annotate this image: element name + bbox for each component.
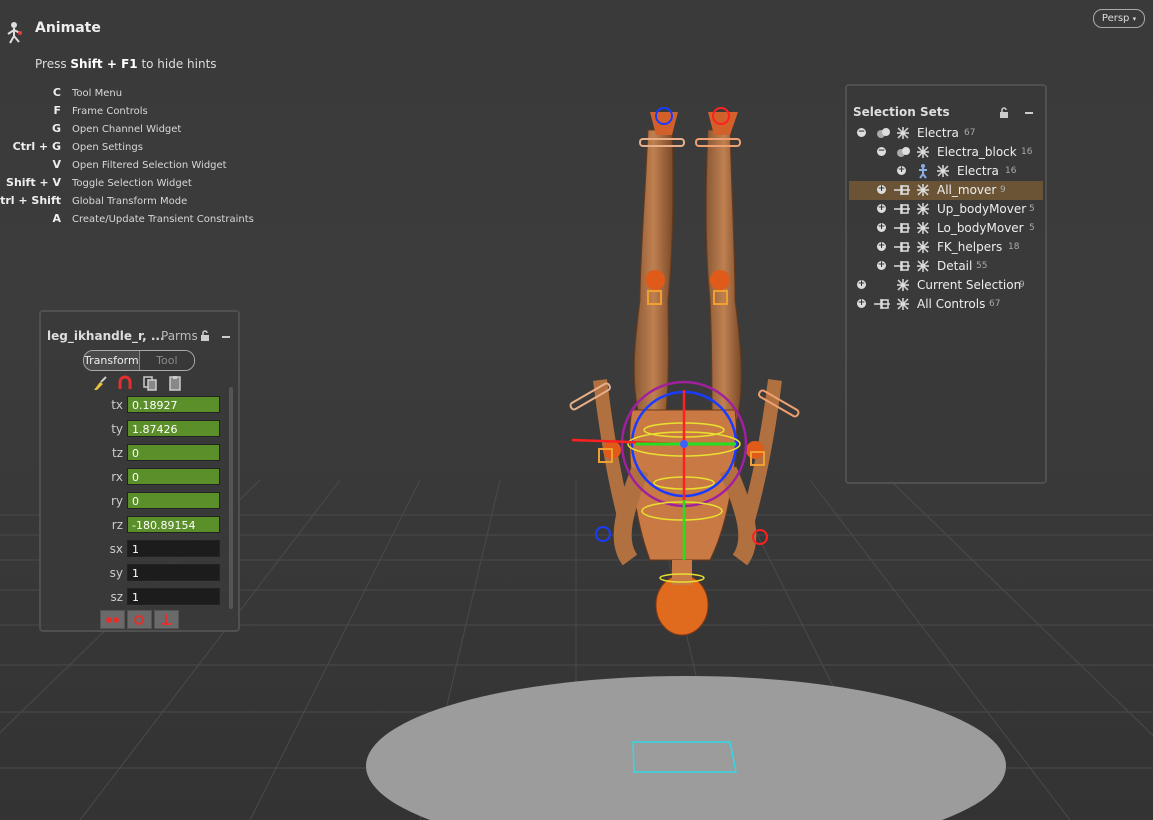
- rig-controls[interactable]: [569, 107, 800, 583]
- selection-set-all-mover[interactable]: + All_mover 9: [849, 181, 1043, 200]
- collapse-icon[interactable]: [222, 336, 230, 338]
- expand-toggle-icon[interactable]: +: [877, 185, 886, 194]
- param-field-tz[interactable]: 0: [127, 444, 220, 461]
- selection-star-icon: [917, 222, 929, 234]
- paste-icon[interactable]: [166, 375, 184, 391]
- tab-transform[interactable]: Transform: [84, 351, 139, 370]
- chevron-down-icon: ▾: [1132, 15, 1137, 23]
- magnet-icon[interactable]: [116, 375, 134, 391]
- controls-icon: [894, 204, 910, 214]
- param-field-sy[interactable]: 1: [127, 564, 220, 581]
- character-electra[interactable]: [593, 112, 782, 636]
- param-row-ty: ty 1.87426: [41, 420, 231, 440]
- spheres-icon: [897, 147, 910, 157]
- controls-icon: [894, 223, 910, 233]
- selection-star-icon: [937, 165, 949, 177]
- brush-icon[interactable]: [91, 375, 109, 391]
- param-field-sz[interactable]: 1: [127, 588, 220, 605]
- controls-icon: [894, 261, 910, 271]
- param-field-tx[interactable]: 0.18927: [127, 396, 220, 413]
- spheres-icon: [877, 128, 890, 138]
- hotkey-row: Shift + V Toggle Selection Widget: [6, 176, 192, 189]
- camera-menu-button[interactable]: Persp ▾: [1093, 9, 1145, 28]
- expand-toggle-icon[interactable]: +: [897, 166, 906, 175]
- hotkey-row: G Open Channel Widget: [51, 122, 182, 135]
- param-row-rz: rz -180.89154: [41, 516, 231, 536]
- ground-disk: [366, 676, 1006, 820]
- hotkey-row: C Tool Menu: [52, 86, 123, 99]
- scale-key-icon: [161, 614, 171, 625]
- hud-hint: Press Shift + F1 to hide hints: [35, 57, 217, 71]
- selection-set-all-controls[interactable]: + All Controls 67: [849, 295, 1043, 314]
- param-field-rx[interactable]: 0: [127, 468, 220, 485]
- selection-star-icon: [897, 298, 909, 310]
- hud-title: Animate: [35, 20, 101, 36]
- lock-icon[interactable]: [200, 330, 210, 341]
- expand-toggle-icon[interactable]: +: [877, 223, 886, 232]
- selection-star-icon: [897, 127, 909, 139]
- selection-set-lo-bodymover[interactable]: + Lo_bodyMover 5: [849, 219, 1043, 238]
- selection-star-icon: [917, 146, 929, 158]
- lock-icon[interactable]: [999, 107, 1009, 118]
- selection-star-icon: [917, 260, 929, 272]
- animate-tool-icon: [7, 22, 22, 44]
- selection-star-icon: [917, 184, 929, 196]
- tab-tool[interactable]: Tool: [138, 351, 194, 370]
- selection-set-electra[interactable]: − Electra 67: [849, 124, 1043, 143]
- parameter-panel[interactable]: leg_ikhandle_r, ... Parms Transform Tool…: [39, 310, 240, 632]
- hotkey-row: V Open Filtered Selection Widget: [52, 158, 227, 171]
- param-row-tz: tz 0: [41, 444, 231, 464]
- controls-icon: [894, 185, 910, 195]
- hotkey-row: Ctrl + ShiftGlobal Transform Mode: [0, 194, 188, 207]
- selection-set-up-bodymover[interactable]: + Up_bodyMover 5: [849, 200, 1043, 219]
- selection-set-electra-child[interactable]: + Electra 16: [849, 162, 1043, 181]
- selection-set-electra-block[interactable]: − Electra_block 16: [849, 143, 1043, 162]
- param-row-ry: ry 0: [41, 492, 231, 512]
- collapse-toggle-icon[interactable]: −: [877, 147, 886, 156]
- param-row-rx: rx 0: [41, 468, 231, 488]
- selection-set-detail[interactable]: + Detail 55: [849, 257, 1043, 276]
- expand-toggle-icon[interactable]: +: [877, 204, 886, 213]
- param-row-sy: sy 1: [41, 564, 231, 584]
- key-translate-button[interactable]: [100, 610, 125, 629]
- parm-mode-label[interactable]: Parms: [161, 329, 198, 343]
- parm-tabs: Transform Tool: [83, 350, 195, 371]
- controls-icon: [894, 242, 910, 252]
- collapse-toggle-icon[interactable]: −: [857, 128, 866, 137]
- hotkey-row: Ctrl + G Open Settings: [12, 140, 143, 153]
- rotate-key-icon: [134, 615, 144, 625]
- selection-star-icon: [917, 241, 929, 253]
- selection-sets-title: Selection Sets: [853, 105, 950, 119]
- hotkey-list: C Tool Menu F Frame Controls G Open Channel…: [0, 86, 260, 230]
- copy-icon[interactable]: [141, 375, 159, 391]
- param-row-tx: tx 0.18927: [41, 396, 231, 416]
- hotkey-row: F Frame Controls: [53, 104, 148, 117]
- param-field-ry[interactable]: 0: [127, 492, 220, 509]
- param-field-rz[interactable]: -180.89154: [127, 516, 220, 533]
- key-scale-button[interactable]: [154, 610, 179, 629]
- selection-set-current-selection[interactable]: + Current Selection 9: [849, 276, 1043, 295]
- parm-scrollbar[interactable]: [229, 387, 233, 609]
- parm-bottom-buttons: [100, 610, 179, 629]
- translate-key-icon: [106, 617, 119, 623]
- param-row-sz: sz 1: [41, 588, 231, 608]
- expand-toggle-icon[interactable]: +: [857, 280, 866, 289]
- selection-star-icon: [917, 203, 929, 215]
- selection-sets-panel[interactable]: Selection Sets − Electra 67 − Electra_bl…: [845, 84, 1047, 484]
- param-field-sx[interactable]: 1: [127, 540, 220, 557]
- controls-icon: [874, 299, 890, 309]
- selection-star-icon: [897, 279, 909, 291]
- figure-icon: [919, 164, 927, 179]
- selection-set-fk-helpers[interactable]: + FK_helpers 18: [849, 238, 1043, 257]
- hotkey-row: A Create/Update Transient Constraints: [52, 212, 254, 225]
- parm-toolbar: [91, 375, 184, 391]
- param-row-sx: sx 1: [41, 540, 231, 560]
- collapse-icon[interactable]: [1025, 112, 1033, 114]
- parm-panel-title: leg_ikhandle_r, ...: [47, 329, 165, 343]
- expand-toggle-icon[interactable]: +: [877, 261, 886, 270]
- key-rotate-button[interactable]: [127, 610, 152, 629]
- expand-toggle-icon[interactable]: +: [857, 299, 866, 308]
- param-field-ty[interactable]: 1.87426: [127, 420, 220, 437]
- expand-toggle-icon[interactable]: +: [877, 242, 886, 251]
